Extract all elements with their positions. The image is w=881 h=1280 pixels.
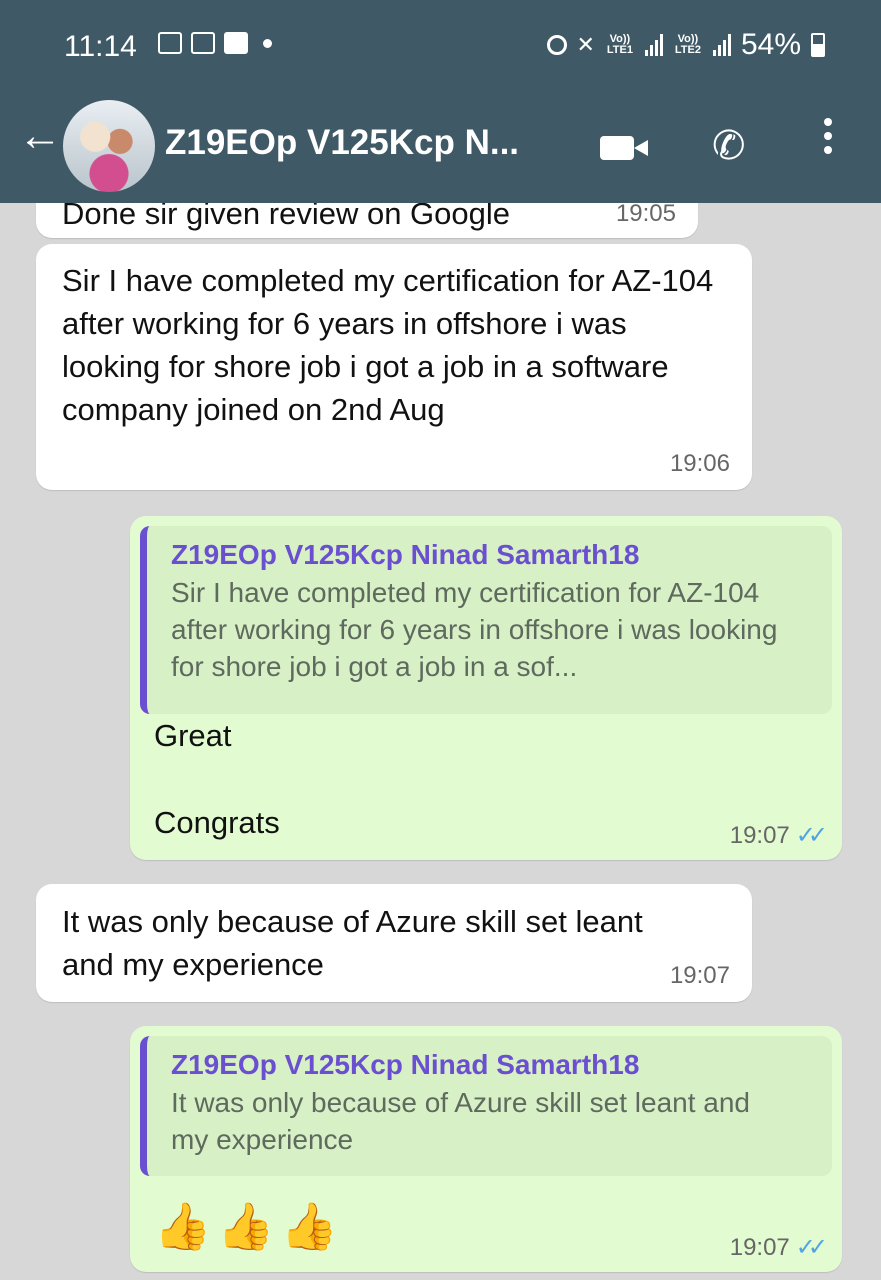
- lte1-label: Vo)) LTE1: [606, 33, 633, 56]
- message-time: 19:07: [669, 962, 730, 989]
- message-incoming[interactable]: It was only because of Azure skill set l…: [36, 884, 752, 1002]
- message-outgoing[interactable]: Z19EOp V125Kcp Ninad Samarth18 It was on…: [130, 1026, 842, 1272]
- more-notifications-icon: [263, 38, 272, 48]
- alarm-icon: [546, 35, 567, 55]
- contact-name[interactable]: Z19EOp V125Kcp N...: [165, 123, 519, 163]
- quoted-text: Sir I have completed my certification fo…: [171, 577, 778, 682]
- mute-icon: ✕: [576, 32, 595, 57]
- message-text: Sir I have completed my certification fo…: [62, 263, 714, 427]
- message-time-row: 19:07 ✓✓: [729, 821, 828, 850]
- message-text-line1: Great: [154, 718, 232, 753]
- gallery-icon: [158, 32, 182, 54]
- status-time: 11:14: [64, 30, 137, 63]
- top-bar: 11:14 ✕ Vo)) LTE1 Vo)) LTE2 54% ← Z19EOp…: [0, 0, 881, 203]
- thumbs-up-emoji: 👍👍👍: [154, 1200, 344, 1252]
- phone-icon[interactable]: ✆: [712, 122, 746, 170]
- message-time: 19:07: [729, 1234, 790, 1261]
- double-check-icon: ✓✓: [795, 1234, 828, 1261]
- quoted-text: It was only because of Azure skill set l…: [171, 1087, 750, 1155]
- message-text: It was only because of Azure skill set l…: [62, 904, 643, 982]
- message-incoming[interactable]: Sir I have completed my certification fo…: [36, 244, 752, 490]
- message-time: 19:06: [669, 450, 730, 477]
- status-right: ✕ Vo)) LTE1 Vo)) LTE2 54%: [546, 28, 825, 62]
- status-bar: 11:14 ✕ Vo)) LTE1 Vo)) LTE2 54%: [0, 0, 881, 92]
- voicemail-icon: [191, 32, 215, 54]
- signal2-icon: [712, 34, 731, 56]
- message-outgoing[interactable]: Z19EOp V125Kcp Ninad Samarth18 Sir I hav…: [130, 516, 842, 860]
- message-time: 19:07: [729, 822, 790, 849]
- battery-icon: [811, 33, 825, 57]
- double-check-icon: ✓✓: [795, 822, 828, 849]
- battery-percent: 54%: [740, 28, 801, 61]
- notification-icons: [158, 32, 272, 54]
- more-options-icon[interactable]: [822, 118, 834, 154]
- message-time-row: 19:07 ✓✓: [729, 1233, 828, 1262]
- quoted-sender: Z19EOp V125Kcp Ninad Samarth18: [171, 1049, 640, 1080]
- message-text-line2: Congrats: [154, 805, 280, 840]
- signal1-icon: [644, 34, 663, 56]
- message-time: 19:05: [615, 200, 676, 227]
- quoted-message[interactable]: Z19EOp V125Kcp Ninad Samarth18 It was on…: [140, 1036, 832, 1176]
- quoted-message[interactable]: Z19EOp V125Kcp Ninad Samarth18 Sir I hav…: [140, 526, 832, 714]
- lte2-label: Vo)) LTE2: [674, 33, 701, 56]
- arrow-left-icon[interactable]: ←: [18, 112, 62, 160]
- video-call-icon[interactable]: [600, 136, 648, 160]
- gmail-icon: [224, 32, 248, 54]
- chat-header: ← Z19EOp V125Kcp N... ✆: [0, 92, 881, 203]
- avatar[interactable]: [63, 100, 155, 192]
- quoted-sender: Z19EOp V125Kcp Ninad Samarth18: [171, 539, 640, 570]
